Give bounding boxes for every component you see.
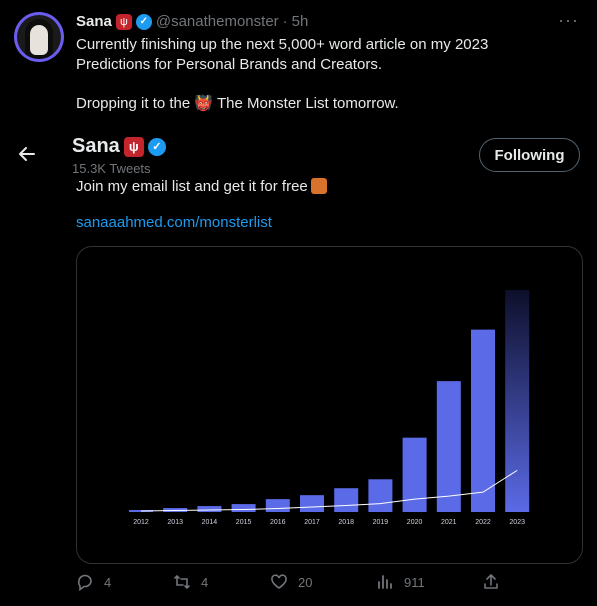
tweet-time[interactable]: 5h	[292, 13, 309, 30]
x-tick-label: 2022	[475, 519, 491, 526]
x-tick-label: 2016	[270, 519, 286, 526]
tweet-text-line2: Dropping it to the 👹 The Monster List to…	[76, 95, 399, 112]
views-count: 911	[404, 574, 425, 590]
like-action[interactable]: 20	[270, 573, 312, 591]
chart-image-card[interactable]: 2012 2013 2014 2015 2016 2017 2018 2019 2020 2021…	[76, 246, 583, 564]
bar-2022	[471, 329, 495, 512]
reply-count: 4	[104, 574, 112, 590]
x-tick-label: 2015	[236, 519, 252, 526]
tweet-text-line1: Currently finishing up the next 5,000+ w…	[76, 36, 489, 73]
views-icon	[378, 575, 392, 589]
x-tick-label: 2017	[304, 519, 320, 526]
bar-2021	[436, 381, 461, 512]
bar-2023	[505, 289, 530, 512]
x-tick-label: 2023	[509, 519, 525, 526]
separator-dot: ·	[282, 13, 288, 30]
retweet-count: 4	[201, 574, 209, 590]
x-tick-label: 2014	[202, 519, 218, 526]
x-tick-label: 2021	[441, 519, 457, 526]
more-options-icon[interactable]: ···	[558, 10, 579, 31]
share-icon	[484, 574, 498, 589]
back-arrow-icon[interactable]	[16, 144, 36, 170]
ogre-emoji-icon: ψ	[115, 13, 132, 30]
avatar[interactable]	[14, 12, 64, 62]
tweet-header: Sana ψ ✓ @sanathemonster · 5h	[76, 13, 308, 30]
verified-badge-icon: ✓	[135, 13, 152, 30]
x-tick-label: 2012	[133, 519, 149, 526]
retweet-action[interactable]: 4	[173, 573, 208, 591]
heart-icon	[271, 574, 287, 589]
tweet-text-line3-label: Join my email list and get it for free	[76, 178, 308, 195]
author-handle[interactable]: @sanathemonster	[156, 13, 279, 30]
bar-2015	[231, 504, 256, 512]
share-action[interactable]	[482, 573, 500, 591]
retweet-icon	[174, 574, 190, 590]
profile-tweet-count: 15.3K Tweets	[72, 161, 151, 176]
x-tick-label: 2020	[407, 519, 423, 526]
following-button[interactable]: Following	[479, 138, 580, 172]
x-tick-label: 2018	[338, 519, 354, 526]
tweet-text-line3: Join my email list and get it for free	[76, 177, 327, 197]
verified-badge-icon: ✓	[147, 137, 166, 156]
bar-2020	[402, 437, 427, 512]
tweet-actions: 4 4 20 911	[76, 573, 581, 597]
profile-header-name: Sana ψ ✓	[72, 135, 166, 158]
reply-icon	[77, 574, 92, 591]
bar-2017	[300, 495, 324, 512]
bar-2019	[368, 479, 393, 512]
bar-2016	[265, 499, 290, 512]
bar-chart: 2012 2013 2014 2015 2016 2017 2018 2019 2020 2021…	[129, 289, 530, 526]
profile-name: Sana	[72, 135, 120, 157]
ogre-emoji-icon: ψ	[123, 136, 144, 157]
bar-2018	[334, 488, 359, 512]
like-count: 20	[298, 574, 313, 590]
x-tick-label: 2019	[373, 519, 389, 526]
views-action[interactable]: 911	[376, 573, 425, 591]
author-name[interactable]: Sana	[76, 13, 112, 30]
reply-action[interactable]: 4	[76, 573, 111, 591]
gift-emoji-icon	[310, 178, 327, 194]
tweet-link[interactable]: sanaaahmed.com/monsterlist	[76, 214, 272, 231]
x-tick-label: 2013	[167, 519, 183, 526]
bar-2014	[197, 506, 222, 512]
